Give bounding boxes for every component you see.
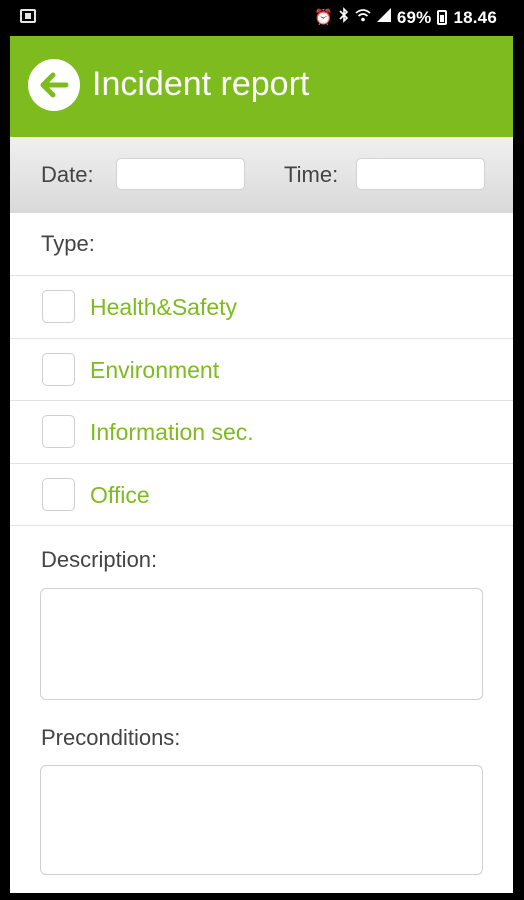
battery-icon — [437, 10, 448, 25]
type-option-environment[interactable]: Environment — [10, 339, 513, 401]
signal-icon — [376, 8, 391, 27]
arrow-left-icon — [40, 72, 69, 98]
type-option-label: Environment — [90, 357, 220, 383]
time-label: Time: — [284, 162, 339, 187]
wifi-icon — [355, 8, 371, 27]
date-input[interactable] — [116, 158, 245, 190]
status-indicators: ⏰ 69% 18.46 — [314, 7, 497, 28]
preconditions-label: Preconditions: — [41, 725, 181, 750]
type-option-health-safety[interactable]: Health&Safety — [10, 276, 513, 338]
description-textarea[interactable] — [40, 588, 483, 700]
type-option-label: Information sec. — [90, 419, 254, 445]
type-option-label: Office — [90, 482, 150, 508]
battery-percent: 69% — [396, 7, 432, 27]
type-option-office[interactable]: Office — [10, 464, 513, 526]
type-option-label: Health&Safety — [90, 294, 238, 320]
time-input[interactable] — [356, 158, 485, 190]
checkbox[interactable] — [42, 290, 75, 323]
checkbox[interactable] — [42, 415, 75, 448]
datetime-section: Date: Time: — [10, 137, 513, 213]
alarm-icon: ⏰ — [313, 8, 333, 26]
divider — [10, 525, 513, 526]
checkbox[interactable] — [42, 478, 75, 511]
bluetooth-icon — [339, 7, 349, 28]
back-button[interactable] — [28, 59, 80, 111]
preconditions-textarea[interactable] — [40, 765, 483, 875]
date-label: Date: — [41, 162, 94, 187]
type-label: Type: — [41, 231, 95, 256]
status-bar: ⏰ 69% 18.46 — [10, 0, 513, 36]
notification-icon — [20, 9, 36, 23]
app-header: Incident report — [10, 36, 513, 137]
checkbox[interactable] — [42, 353, 75, 386]
type-option-information-sec[interactable]: Information sec. — [10, 401, 513, 463]
clock: 18.46 — [453, 7, 497, 27]
description-label: Description: — [41, 547, 158, 572]
page-title: Incident report — [92, 65, 310, 103]
phone-screen: ⏰ 69% 18.46 Incident report Date: Time: … — [10, 0, 513, 893]
